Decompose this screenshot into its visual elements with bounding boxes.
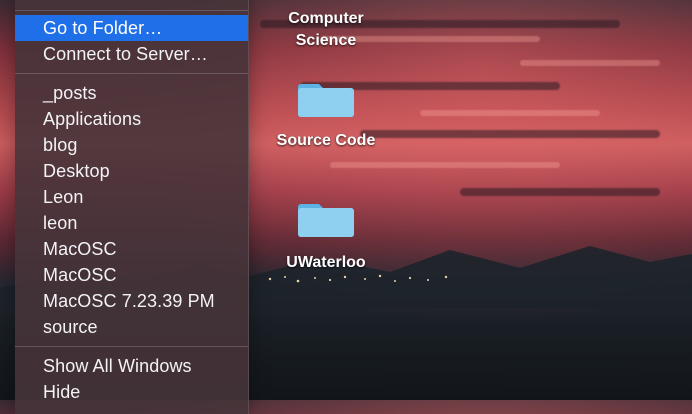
desktop-item-uwaterloo[interactable]: UWaterloo <box>256 194 396 274</box>
menu-item-recent-folder[interactable]: MacOSC 7.23.39 PM <box>15 288 248 314</box>
menu-item-recent-folder[interactable]: MacOSC <box>15 262 248 288</box>
menu-separator <box>15 73 248 74</box>
desktop-item-label: Source Code <box>276 132 376 149</box>
desktop-item-label: UWaterloo <box>286 254 366 271</box>
menu-item-recent-folder[interactable]: _posts <box>15 80 248 106</box>
menu-item-recent-folder[interactable]: Leon <box>15 184 248 210</box>
go-menu: Go to Folder… Connect to Server… _posts … <box>15 0 249 414</box>
menu-item-go-to-folder[interactable]: Go to Folder… <box>15 15 248 41</box>
menu-item-recent-folder[interactable]: Applications <box>15 106 248 132</box>
menu-item-recent-folder[interactable]: source <box>15 314 248 340</box>
folder-icon <box>298 204 354 237</box>
desktop-item-label: Science <box>295 32 357 49</box>
folder-icon <box>298 84 354 117</box>
menu-item-recent-folder[interactable]: leon <box>15 210 248 236</box>
desktop-item-computer-science[interactable]: Computer Science <box>256 8 396 52</box>
menu-item-recent-folder[interactable]: blog <box>15 132 248 158</box>
desktop-item-label: Computer <box>288 10 364 27</box>
desktop-item-source-code[interactable]: Source Code <box>256 74 396 154</box>
menu-separator <box>15 346 248 347</box>
menu-item-hide[interactable]: Hide <box>15 379 248 405</box>
menu-item-recent-folder[interactable]: Desktop <box>15 158 248 184</box>
menu-separator <box>15 10 248 11</box>
menu-item-show-all-windows[interactable]: Show All Windows <box>15 353 248 379</box>
menu-item-connect-to-server[interactable]: Connect to Server… <box>15 41 248 67</box>
menu-item-recent-folder[interactable]: MacOSC <box>15 236 248 262</box>
